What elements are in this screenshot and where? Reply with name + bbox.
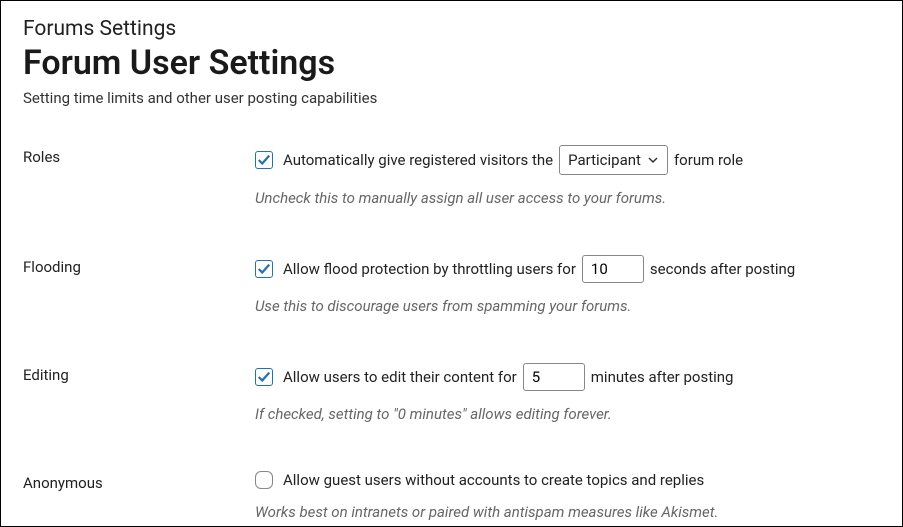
editing-checkbox[interactable] (255, 368, 273, 386)
roles-control-line: Automatically give registered visitors t… (255, 145, 880, 175)
setting-content-editing: Allow users to edit their content for mi… (255, 363, 880, 423)
flooding-checkbox[interactable] (255, 260, 273, 278)
setting-row-flooding: Flooding Allow flood protection by throt… (23, 255, 880, 315)
editing-text-after: minutes after posting (591, 368, 734, 386)
page-subtitle: Setting time limits and other user posti… (23, 89, 880, 107)
setting-label-roles: Roles (23, 145, 255, 207)
check-icon (257, 370, 271, 384)
setting-row-anonymous: Anonymous Allow guest users without acco… (23, 471, 880, 521)
roles-help: Uncheck this to manually assign all user… (255, 189, 880, 207)
setting-content-anonymous: Allow guest users without accounts to cr… (255, 471, 880, 521)
roles-text-before: Automatically give registered visitors t… (283, 151, 553, 169)
anonymous-checkbox[interactable] (255, 471, 273, 489)
flooding-input[interactable] (582, 255, 644, 283)
setting-content-flooding: Allow flood protection by throttling use… (255, 255, 880, 315)
flooding-control-line: Allow flood protection by throttling use… (255, 255, 880, 283)
flooding-help: Use this to discourage users from spammi… (255, 297, 880, 315)
roles-text-after: forum role (674, 151, 743, 169)
flooding-text-after: seconds after posting (650, 260, 795, 278)
roles-select[interactable]: Participant (559, 145, 668, 175)
flooding-text-before: Allow flood protection by throttling use… (283, 260, 576, 278)
setting-row-editing: Editing Allow users to edit their conten… (23, 363, 880, 423)
editing-input[interactable] (523, 363, 585, 391)
anonymous-help: Works best on intranets or paired with a… (255, 503, 880, 521)
check-icon (257, 153, 271, 167)
chevron-down-icon (647, 154, 659, 166)
anonymous-control-line: Allow guest users without accounts to cr… (255, 471, 880, 489)
anonymous-text: Allow guest users without accounts to cr… (283, 471, 704, 489)
setting-label-editing: Editing (23, 363, 255, 423)
setting-label-anonymous: Anonymous (23, 471, 255, 521)
setting-content-roles: Automatically give registered visitors t… (255, 145, 880, 207)
setting-label-flooding: Flooding (23, 255, 255, 315)
editing-text-before: Allow users to edit their content for (283, 368, 517, 386)
editing-help: If checked, setting to "0 minutes" allow… (255, 405, 880, 423)
setting-row-roles: Roles Automatically give registered visi… (23, 145, 880, 207)
roles-checkbox[interactable] (255, 151, 273, 169)
breadcrumb: Forums Settings (23, 17, 880, 41)
editing-control-line: Allow users to edit their content for mi… (255, 363, 880, 391)
check-icon (257, 262, 271, 276)
roles-select-value: Participant (568, 151, 641, 169)
page-title: Forum User Settings (23, 43, 880, 83)
